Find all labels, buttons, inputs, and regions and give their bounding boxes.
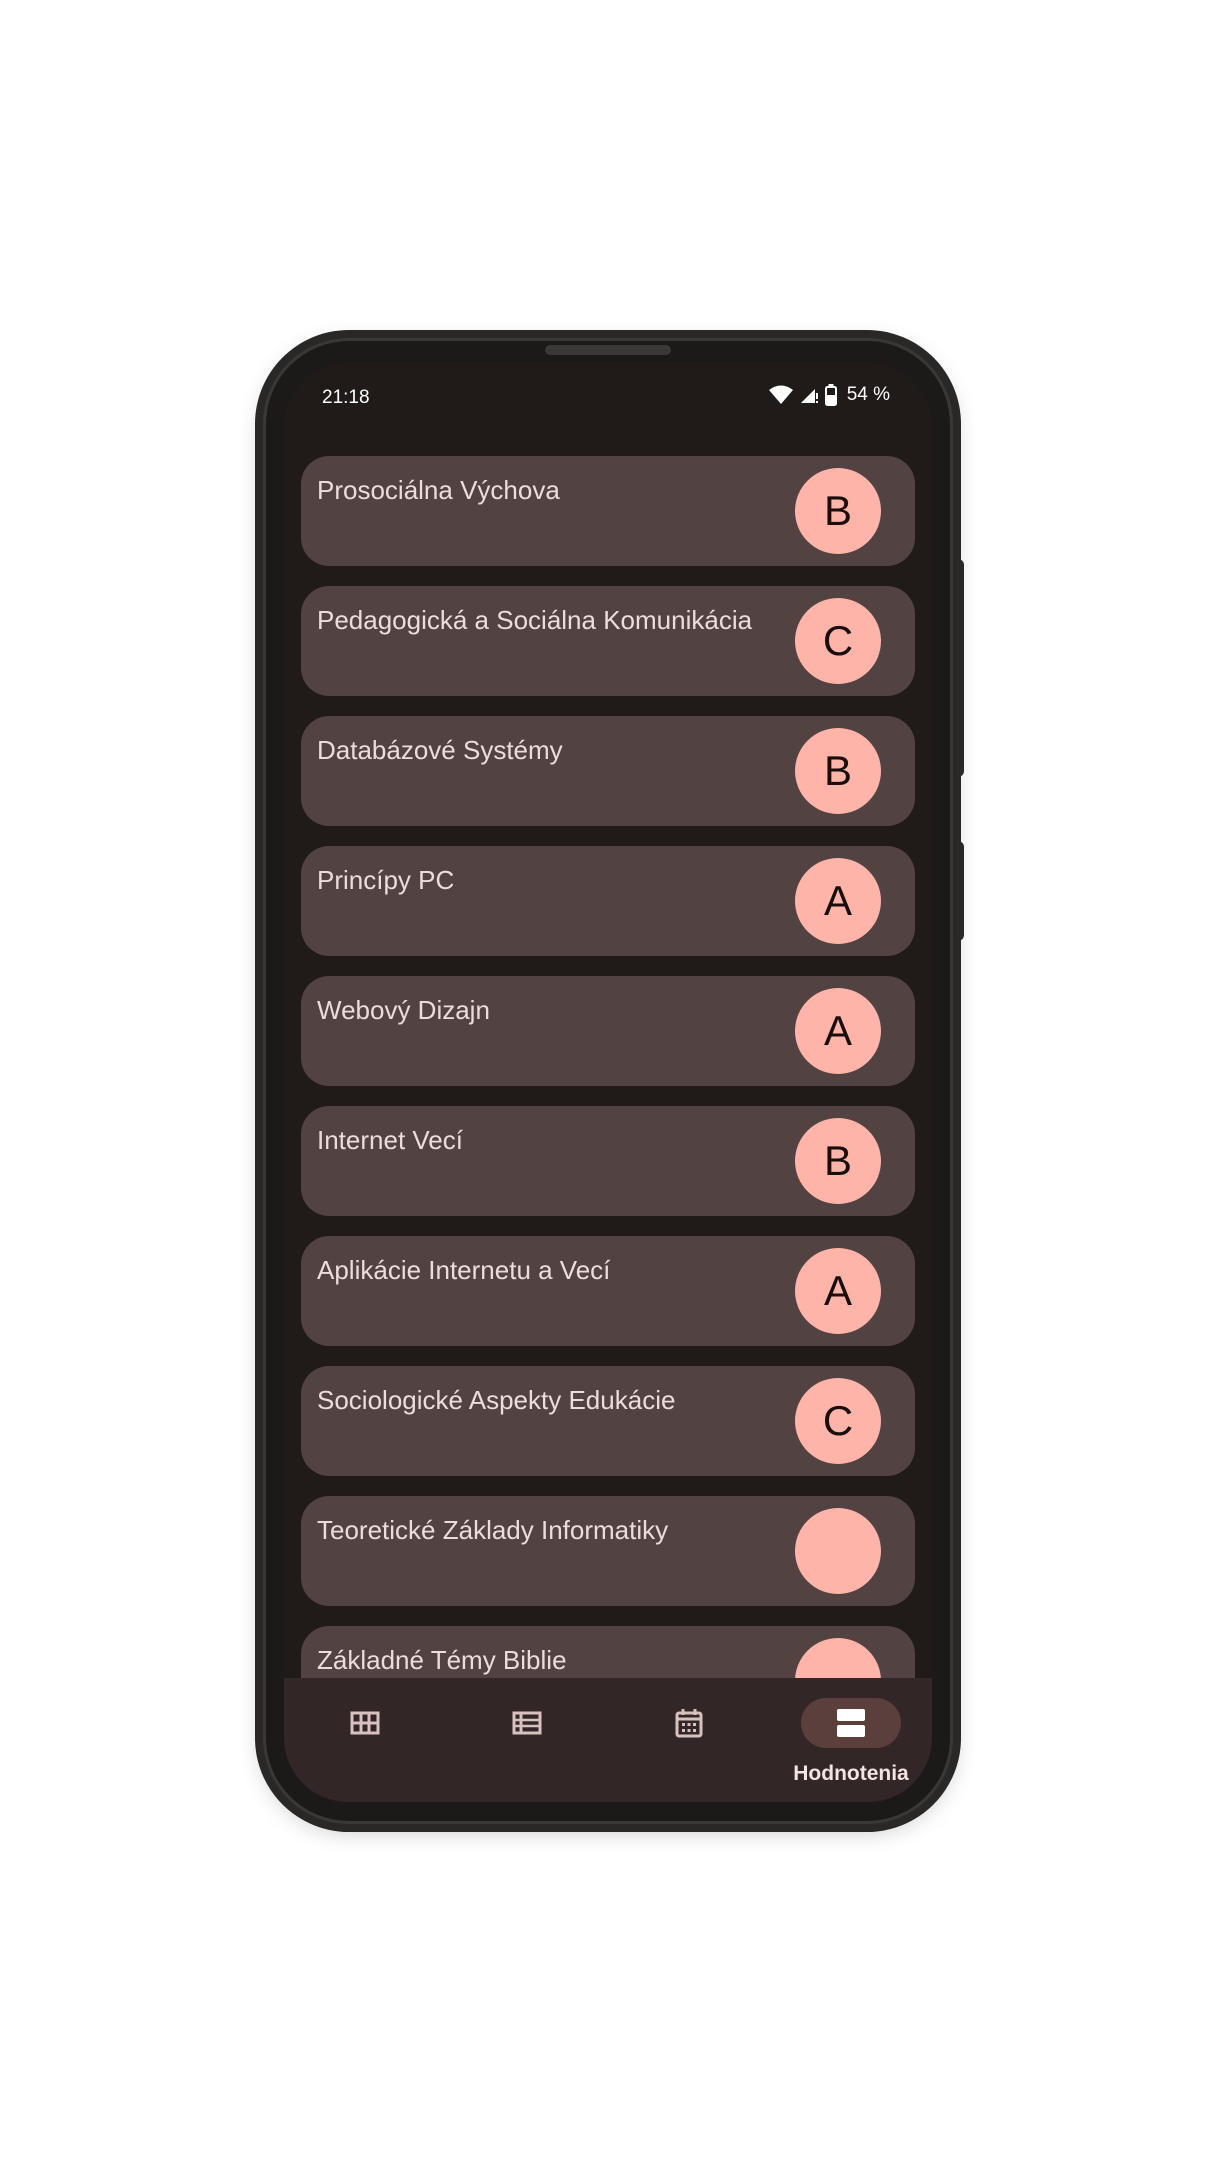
nav-item-grid[interactable] [284, 1678, 446, 1802]
screen: 21:18 54 % Prosociálna Výchova B Pedagog… [284, 362, 932, 1802]
subject-name: Princípy PC [317, 865, 455, 895]
grade-card[interactable]: Prosociálna Výchova B [301, 456, 915, 566]
grade-badge: B [795, 468, 881, 554]
subject-name: Internet Vecí [317, 1125, 463, 1155]
subject-name: Webový Dizajn [317, 995, 490, 1025]
grade-badge: A [795, 1248, 881, 1334]
wifi-icon [768, 385, 793, 405]
battery-percent: 54 % [846, 384, 890, 405]
grade-badge [795, 1508, 881, 1594]
nav-item-grades[interactable]: Hodnotenia [770, 1678, 932, 1802]
volume-button [956, 559, 964, 777]
grade-badge: B [795, 1118, 881, 1204]
grade-badge: A [795, 858, 881, 944]
grade-badge: C [795, 598, 881, 684]
grade-card[interactable]: Aplikácie Internetu a Vecí A [301, 1236, 915, 1346]
nav-item-list[interactable] [446, 1678, 608, 1802]
grade-card[interactable]: Webový Dizajn A [301, 976, 915, 1086]
subject-name: Databázové Systémy [317, 735, 563, 765]
subject-name: Prosociálna Výchova [317, 475, 560, 505]
subject-name: Pedagogická a Sociálna Komunikácia [317, 605, 753, 635]
grade-badge: B [795, 728, 881, 814]
status-time: 21:18 [322, 387, 370, 408]
grade-card[interactable]: Teoretické Základy Informatiky [301, 1496, 915, 1606]
grid-icon [315, 1698, 415, 1748]
nav-item-calendar[interactable] [608, 1678, 770, 1802]
bottom-navigation: Hodnotenia [284, 1678, 932, 1802]
grade-card[interactable]: Databázové Systémy B [301, 716, 915, 826]
subject-name: Aplikácie Internetu a Vecí [317, 1255, 611, 1285]
grade-card[interactable]: Sociologické Aspekty Edukácie C [301, 1366, 915, 1476]
nav-label-grades: Hodnotenia [793, 1762, 909, 1785]
grade-card[interactable]: Internet Vecí B [301, 1106, 915, 1216]
battery-icon [824, 384, 837, 406]
speaker-grille [545, 345, 671, 355]
subject-name: Sociologické Aspekty Edukácie [317, 1385, 676, 1415]
list-icon [477, 1698, 577, 1748]
subject-name: Teoretické Základy Informatiky [317, 1515, 669, 1545]
power-button [956, 841, 964, 941]
grade-badge: C [795, 1378, 881, 1464]
cellular-signal-icon [799, 385, 819, 405]
stage: 21:18 54 % Prosociálna Výchova B Pedagog… [0, 0, 1215, 2160]
grade-card[interactable]: Princípy PC A [301, 846, 915, 956]
status-bar: 21:18 54 % [284, 362, 932, 432]
grade-badge: A [795, 988, 881, 1074]
calendar-icon [639, 1698, 739, 1748]
subject-name: Základné Témy Biblie [317, 1645, 567, 1675]
grade-card[interactable]: Pedagogická a Sociálna Komunikácia C [301, 586, 915, 696]
status-indicators: 54 % [768, 384, 890, 406]
grades-icon [801, 1698, 901, 1748]
